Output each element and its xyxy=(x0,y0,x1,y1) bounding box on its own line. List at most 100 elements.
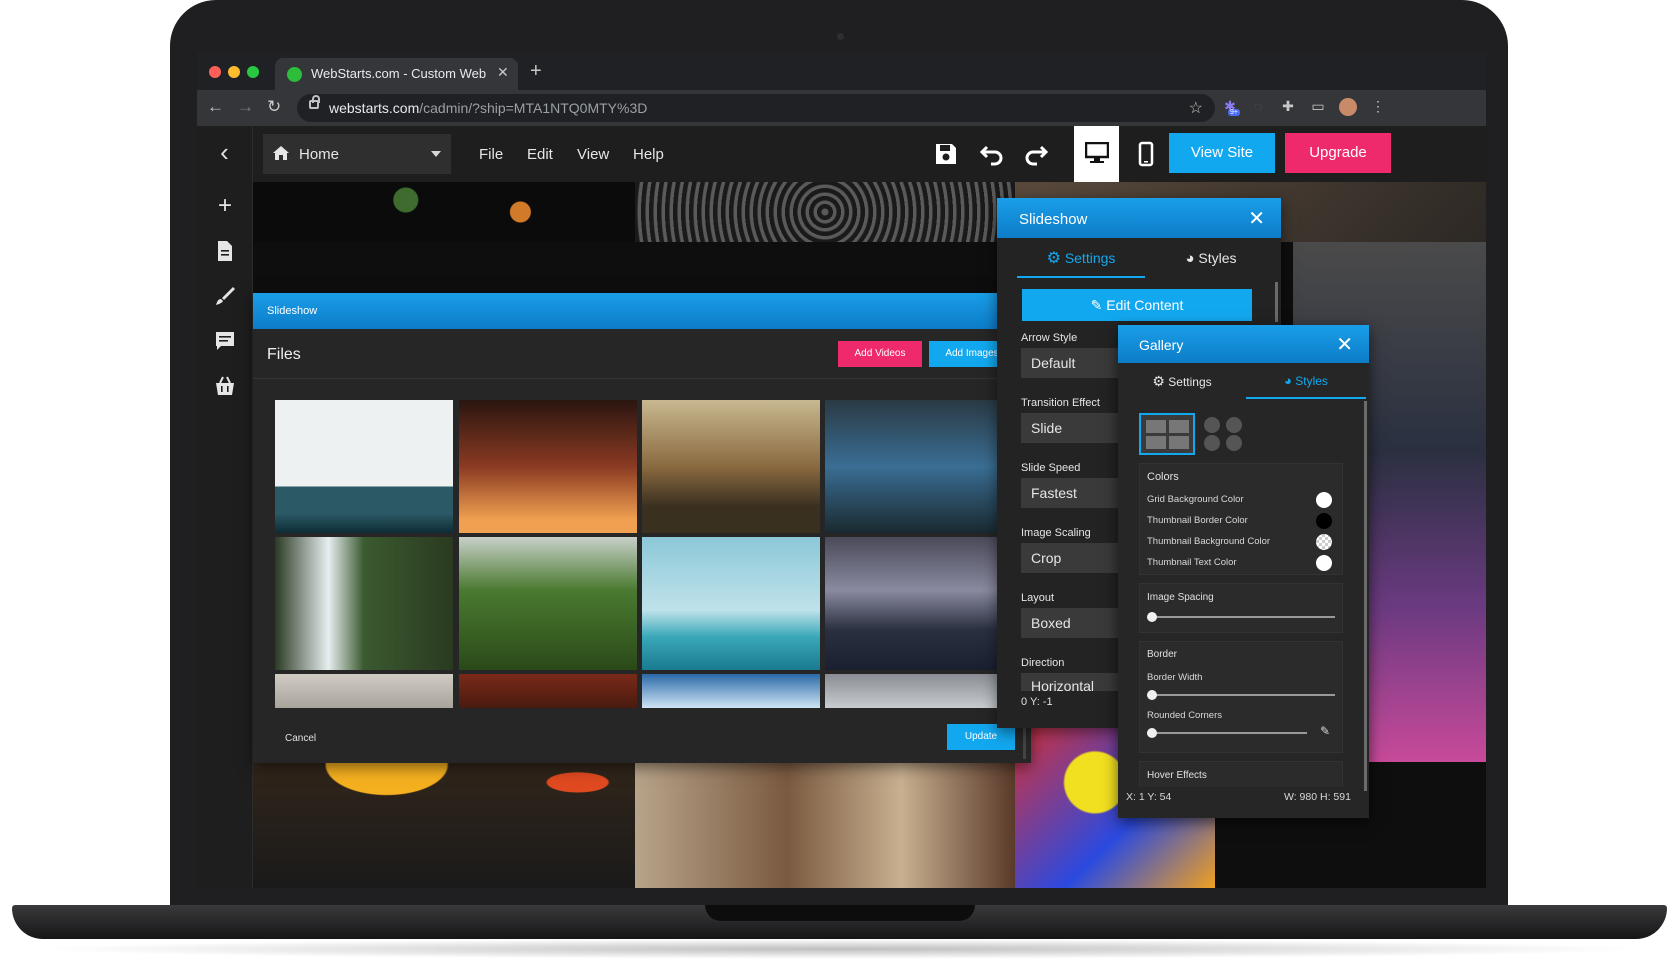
transition-effect-label: Transition Effect xyxy=(1021,397,1100,409)
back-arrow-icon[interactable]: ‹ xyxy=(197,126,253,182)
layout-circle-option[interactable] xyxy=(1202,415,1248,453)
thumbnail-text-color-swatch[interactable] xyxy=(1316,555,1332,571)
desktop-view-button[interactable] xyxy=(1074,126,1119,182)
browser-tab-strip: WebStarts.com - Custom Web ✕ + xyxy=(197,52,1486,90)
profile-avatar[interactable] xyxy=(1339,98,1357,116)
menu-edit[interactable]: Edit xyxy=(527,146,553,163)
thumbnail-waterfall[interactable] xyxy=(275,537,453,670)
tab-settings[interactable]: ⚙ Settings xyxy=(1017,238,1145,278)
chevron-down-icon xyxy=(431,151,441,157)
plus-icon[interactable]: + xyxy=(213,194,237,218)
forward-arrow-icon[interactable]: → xyxy=(237,97,254,117)
tab-settings[interactable]: ⚙ Settings xyxy=(1118,363,1246,399)
transition-effect-select[interactable]: Slide xyxy=(1021,413,1131,443)
tab-styles-label: Styles xyxy=(1198,250,1237,266)
store-icon[interactable] xyxy=(213,374,237,398)
page-icon[interactable] xyxy=(213,239,237,263)
image-spacing-slider-track[interactable] xyxy=(1147,616,1335,618)
thumbnail-hills[interactable] xyxy=(459,537,637,670)
add-videos-button[interactable]: Add Videos xyxy=(838,341,922,367)
save-icon[interactable] xyxy=(932,140,960,168)
border-width-slider-track[interactable] xyxy=(1147,694,1335,696)
gallery-tab-settings-label: Settings xyxy=(1168,375,1212,389)
close-icon[interactable]: ✕ xyxy=(1336,332,1353,357)
rounded-corners-label: Rounded Corners xyxy=(1147,710,1222,721)
reload-icon[interactable]: ↻ xyxy=(267,97,281,117)
gallery-styles-panel: Gallery ✕ ⚙ Settings ◕ Styles Colors Gri… xyxy=(1118,325,1369,818)
thumbnail-waterfall-kayak[interactable] xyxy=(825,400,1003,533)
image-spacing-slider-knob[interactable] xyxy=(1147,612,1157,622)
address-bar[interactable]: webstarts.com/cadmin/?ship=MTA1NTQ0MTY%3… xyxy=(297,94,1215,122)
slide-speed-label: Slide Speed xyxy=(1021,462,1081,474)
edit-content-button[interactable]: ✎ Edit Content xyxy=(1022,289,1252,321)
border-title: Border xyxy=(1147,649,1178,660)
puzzle-icon[interactable]: ✚ xyxy=(1279,98,1297,116)
slide-speed-select[interactable]: Fastest xyxy=(1021,478,1131,508)
thumbnail-boat-jump[interactable] xyxy=(642,537,820,670)
thumbnail-mountain[interactable] xyxy=(825,537,1003,670)
undo-icon[interactable] xyxy=(977,140,1005,168)
gallery-panel-header: Gallery ✕ xyxy=(1118,325,1369,363)
menu-dots-icon[interactable]: ⋮ xyxy=(1369,98,1387,116)
window-close-button[interactable] xyxy=(209,66,221,78)
upgrade-button[interactable]: Upgrade xyxy=(1285,133,1391,173)
menu-view[interactable]: View xyxy=(577,146,609,163)
redo-icon[interactable] xyxy=(1023,140,1051,168)
direction-select[interactable]: Horizontal xyxy=(1021,673,1131,691)
back-arrow-icon[interactable]: ← xyxy=(207,97,224,117)
menu-help[interactable]: Help xyxy=(633,146,664,163)
image-scaling-label: Image Scaling xyxy=(1021,527,1091,539)
thumbnail-canoe[interactable] xyxy=(642,400,820,533)
view-site-button[interactable]: View Site xyxy=(1169,133,1275,173)
thumbnail-petra[interactable] xyxy=(459,400,637,533)
close-icon[interactable]: ✕ xyxy=(1248,206,1265,231)
brush-icon[interactable] xyxy=(213,284,237,308)
layout-select[interactable]: Boxed xyxy=(1021,608,1131,638)
image-scaling-select[interactable]: Crop xyxy=(1021,543,1131,573)
lock-icon xyxy=(309,95,320,109)
grid-background-color-swatch[interactable] xyxy=(1316,492,1332,508)
window-minimize-button[interactable] xyxy=(228,66,240,78)
comment-icon[interactable] xyxy=(213,329,237,353)
thumbnail-background-color-swatch[interactable] xyxy=(1316,534,1332,550)
tab-styles[interactable]: ◕ Styles xyxy=(1147,238,1275,278)
thumbnail-row3-4[interactable] xyxy=(825,674,1003,708)
sync-icon[interactable]: ◌ xyxy=(1249,98,1267,116)
rounded-corners-slider-track[interactable] xyxy=(1147,732,1307,734)
window-zoom-button[interactable] xyxy=(247,66,259,78)
cast-icon[interactable]: ▭ xyxy=(1309,98,1327,116)
page-select[interactable]: Home xyxy=(263,134,451,174)
laptop-shadow xyxy=(30,939,1650,959)
thumbnail-row3-3[interactable] xyxy=(642,674,820,708)
new-tab-button[interactable]: + xyxy=(530,60,542,83)
tab-close-icon[interactable]: ✕ xyxy=(497,64,509,81)
bookmark-star-icon[interactable]: ☆ xyxy=(1189,98,1203,118)
rounded-corners-slider-knob[interactable] xyxy=(1147,728,1157,738)
browser-tab[interactable]: WebStarts.com - Custom Web ✕ xyxy=(275,58,518,90)
slideshow-panel-header: Slideshow ✕ xyxy=(997,198,1281,238)
thumbnail-text-color-label: Thumbnail Text Color xyxy=(1147,557,1237,568)
colors-section: Colors Grid Background Color Thumbnail B… xyxy=(1139,463,1343,575)
layout-grid-option[interactable] xyxy=(1139,413,1195,455)
extension-badge: 9+ xyxy=(1228,109,1240,116)
palette-icon: ◕ xyxy=(1185,250,1195,267)
slideshow-scrollbar[interactable] xyxy=(1275,282,1278,322)
thumbnail-diver[interactable] xyxy=(275,400,453,533)
cancel-button[interactable]: Cancel xyxy=(285,733,316,744)
pencil-icon: ✎ xyxy=(1090,297,1103,313)
menu-file[interactable]: File xyxy=(479,146,503,163)
thumbnail-row3-2[interactable] xyxy=(459,674,637,708)
thumbnail-border-color-swatch[interactable] xyxy=(1316,513,1332,529)
border-width-slider-knob[interactable] xyxy=(1147,690,1157,700)
mobile-icon[interactable] xyxy=(1132,140,1160,168)
arrow-style-label: Arrow Style xyxy=(1021,332,1078,344)
tab-styles[interactable]: ◕ Styles xyxy=(1246,363,1366,399)
thumbnail-row3-1[interactable] xyxy=(275,674,453,708)
palette-icon: ◕ xyxy=(1284,373,1292,388)
editor-toolbar: ‹ Home File Edit View Help View Site Upg… xyxy=(197,126,1486,182)
gallery-scrollbar[interactable] xyxy=(1364,401,1367,791)
position-readout: 0 Y: -1 xyxy=(1021,696,1053,708)
arrow-style-select[interactable]: Default xyxy=(1021,348,1131,378)
pencil-icon[interactable]: ✎ xyxy=(1320,724,1330,738)
files-dialog-title: Slideshow xyxy=(267,305,318,317)
